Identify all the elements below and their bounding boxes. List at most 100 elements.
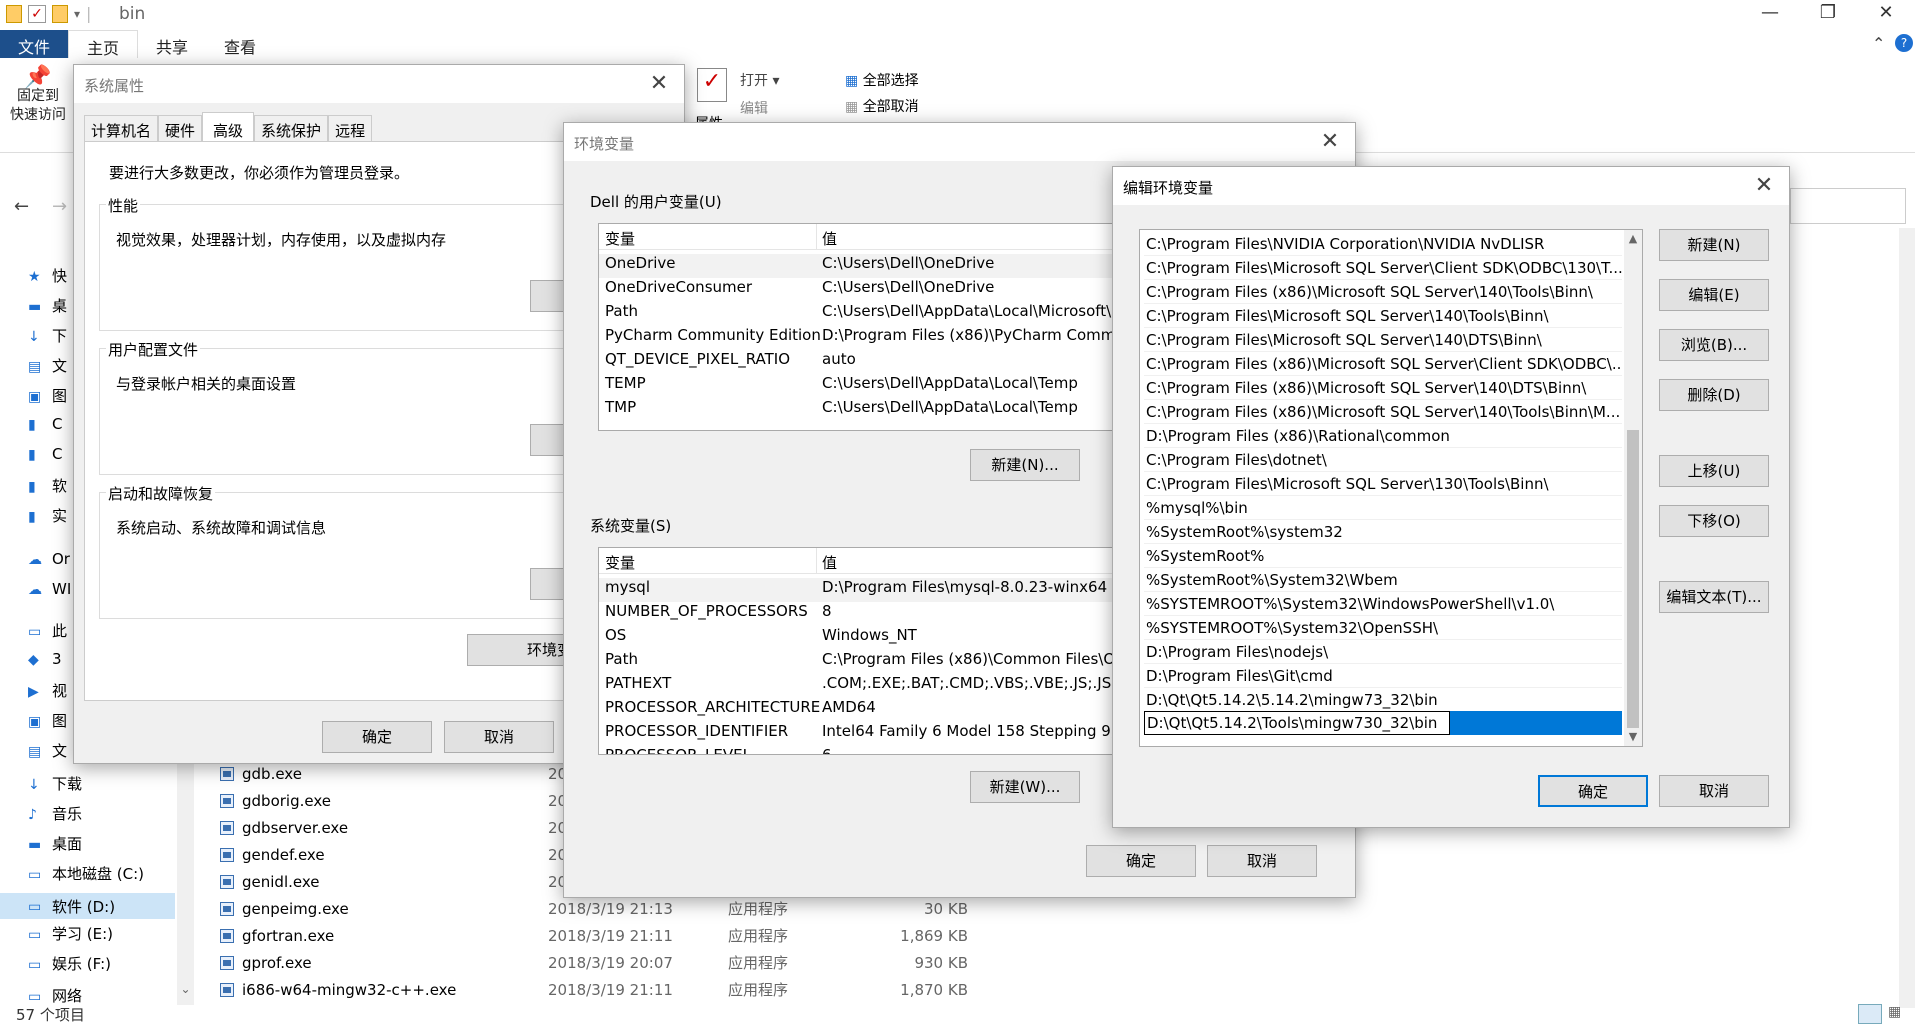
scroll-up-icon[interactable]: ▲ — [1624, 232, 1642, 245]
list-item[interactable]: D:\Program Files\nodejs\ — [1146, 640, 1622, 664]
col-variable[interactable]: 变量 — [605, 228, 635, 249]
list-item[interactable]: C:\Program Files (x86)\Microsoft SQL Ser… — [1146, 352, 1622, 376]
nav-item[interactable]: ▤ 文 — [28, 740, 67, 761]
nav-item[interactable]: ▭ 此 — [28, 620, 67, 641]
nav-item[interactable]: ▭ 软件 (D:) — [0, 893, 175, 919]
nav-item[interactable]: ▮ 实 — [28, 505, 67, 526]
ok-button[interactable]: 确定 — [1538, 775, 1648, 807]
list-item[interactable]: C:\Program Files\Microsoft SQL Server\13… — [1146, 472, 1622, 496]
new-button[interactable]: 新建(N) — [1659, 229, 1769, 261]
nav-item[interactable]: ▭ 网络 — [28, 985, 82, 1006]
list-item[interactable]: D:\Program Files\Git\cmd — [1146, 664, 1622, 688]
tab-view[interactable]: 查看 — [206, 30, 274, 58]
scroll-down-icon[interactable]: ▼ — [1624, 730, 1642, 743]
nav-item[interactable]: ☁ WI — [28, 580, 71, 598]
select-none-button[interactable]: ▦ 全部取消 — [845, 96, 919, 116]
list-item[interactable]: C:\Program Files\Microsoft SQL Server\Cl… — [1146, 256, 1622, 280]
select-all-button[interactable]: ▦ 全部选择 — [845, 70, 919, 90]
path-edit-input[interactable]: D:\Qt\Qt5.14.2\Tools\mingw730_32\bin — [1144, 711, 1450, 735]
details-view-icon[interactable] — [1858, 1004, 1882, 1024]
list-item[interactable]: %SystemRoot% — [1146, 544, 1622, 568]
file-row[interactable]: gfortran.exe 2018/3/19 21:11 应用程序 1,869 KB — [220, 922, 968, 949]
move-up-button[interactable]: 上移(U) — [1659, 455, 1769, 487]
browse-button[interactable]: 浏览(B)... — [1659, 329, 1769, 361]
list-item[interactable]: C:\Program Files\dotnet\ — [1146, 448, 1622, 472]
open-button[interactable]: 打开 ▾ — [740, 70, 779, 90]
list-item[interactable]: D:\Program Files (x86)\Rational\common — [1146, 424, 1622, 448]
list-item[interactable]: %SystemRoot%\System32\Wbem — [1146, 568, 1622, 592]
list-item[interactable]: C:\Program Files\Microsoft SQL Server\14… — [1146, 328, 1622, 352]
close-icon[interactable]: ✕ — [1866, 2, 1906, 28]
list-item[interactable]: C:\Program Files (x86)\Microsoft SQL Ser… — [1146, 376, 1622, 400]
minimize-icon[interactable]: — — [1750, 2, 1790, 28]
nav-item[interactable]: ▬ 桌 — [28, 295, 67, 316]
pin-to-quick-access-button[interactable]: 📌 固定到 快速访问 — [8, 67, 68, 125]
cancel-button[interactable]: 取消 — [444, 721, 554, 753]
nav-item[interactable]: ▤ 文 — [28, 355, 67, 376]
col-variable[interactable]: 变量 — [605, 552, 635, 573]
close-icon[interactable]: ✕ — [644, 71, 674, 96]
forward-arrow-icon[interactable]: → — [52, 196, 67, 217]
nav-item[interactable]: ◆ 3 — [28, 650, 62, 668]
file-row[interactable]: genpeimg.exe 2018/3/19 21:13 应用程序 30 KB — [220, 895, 968, 922]
back-arrow-icon[interactable]: ← — [14, 196, 29, 217]
nav-item[interactable]: ↓ 下 — [28, 325, 67, 346]
selected-list-item[interactable]: D:\Qt\Qt5.14.2\Tools\mingw730_32\bin — [1144, 711, 1622, 735]
nav-item[interactable]: ▣ 图 — [28, 385, 67, 406]
list-item[interactable]: %SYSTEMROOT%\System32\OpenSSH\ — [1146, 616, 1622, 640]
nav-item[interactable]: ▭ 学习 (E:) — [28, 923, 113, 944]
col-value[interactable]: 值 — [822, 552, 837, 573]
scroll-thumb[interactable] — [1627, 430, 1639, 728]
system-new-button[interactable]: 新建(W)... — [970, 771, 1080, 803]
edit-button[interactable]: 编辑 — [740, 98, 768, 118]
path-list[interactable]: C:\Program Files\NVIDIA Corporation\NVID… — [1139, 229, 1643, 747]
properties-check-icon[interactable]: ✓ — [28, 4, 46, 23]
dropdown-arrow-icon[interactable]: ▾ — [74, 7, 80, 21]
list-item[interactable]: C:\Program Files (x86)\Microsoft SQL Ser… — [1146, 280, 1622, 304]
nav-item[interactable]: ▭ 本地磁盘 (C:) — [28, 863, 144, 884]
nav-item[interactable]: ↓ 下载 — [28, 773, 82, 794]
col-value[interactable]: 值 — [822, 228, 837, 249]
list-item[interactable]: C:\Program Files (x86)\Microsoft SQL Ser… — [1146, 400, 1622, 424]
list-item[interactable]: C:\Program Files\Microsoft SQL Server\14… — [1146, 304, 1622, 328]
move-down-button[interactable]: 下移(O) — [1659, 505, 1769, 537]
list-item[interactable]: C:\Program Files\NVIDIA Corporation\NVID… — [1146, 232, 1622, 256]
maximize-icon[interactable]: ❐ — [1808, 2, 1848, 28]
user-new-button[interactable]: 新建(N)... — [970, 449, 1080, 481]
tab-home[interactable]: 主页 — [68, 30, 139, 58]
ok-button[interactable]: 确定 — [1086, 845, 1196, 877]
nav-item[interactable]: ▶ 视 — [28, 680, 67, 701]
tab-share[interactable]: 共享 — [138, 30, 206, 58]
nav-item[interactable]: ▣ 图 — [28, 710, 67, 731]
list-scrollbar[interactable]: ▲ ▼ — [1624, 230, 1642, 746]
properties-icon[interactable]: ✓ — [697, 68, 727, 102]
tiles-view-icon[interactable]: ▦ — [1888, 1004, 1908, 1024]
new-folder-icon[interactable] — [52, 4, 68, 23]
delete-button[interactable]: 删除(D) — [1659, 379, 1769, 411]
nav-item[interactable]: ▬ 桌面 — [28, 833, 82, 854]
nav-item[interactable]: ♪ 音乐 — [28, 803, 82, 824]
nav-item[interactable]: ★ 快 — [28, 265, 67, 286]
nav-item[interactable]: ▮ 软 — [28, 475, 67, 496]
list-item[interactable]: %mysql%\bin — [1146, 496, 1622, 520]
file-row[interactable]: i686-w64-mingw32-c++.exe 2018/3/19 21:11 应… — [220, 976, 968, 1003]
nav-item[interactable]: ▮ C — [28, 445, 62, 463]
nav-item[interactable]: ☁ Or — [28, 550, 70, 568]
close-icon[interactable]: ✕ — [1315, 129, 1345, 154]
nav-item[interactable]: ▭ 娱乐 (F:) — [28, 953, 111, 974]
edit-text-button[interactable]: 编辑文本(T)... — [1659, 581, 1769, 613]
edit-button[interactable]: 编辑(E) — [1659, 279, 1769, 311]
file-row[interactable]: gprof.exe 2018/3/19 20:07 应用程序 930 KB — [220, 949, 968, 976]
nav-item[interactable]: ▮ C — [28, 415, 62, 433]
ok-button[interactable]: 确定 — [322, 721, 432, 753]
cancel-button[interactable]: 取消 — [1207, 845, 1317, 877]
search-input[interactable] — [1790, 188, 1906, 224]
list-item[interactable]: %SYSTEMROOT%\System32\WindowsPowerShell\… — [1146, 592, 1622, 616]
cancel-button[interactable]: 取消 — [1659, 775, 1769, 807]
content-scrollbar[interactable] — [1899, 228, 1915, 1008]
collapse-ribbon-icon[interactable]: ⌃ — [1872, 34, 1885, 53]
close-icon[interactable]: ✕ — [1749, 173, 1779, 198]
list-item[interactable]: D:\Qt\Qt5.14.2\5.14.2\mingw73_32\bin — [1146, 688, 1622, 712]
list-item[interactable]: %SystemRoot%\system32 — [1146, 520, 1622, 544]
tab-file[interactable]: 文件 — [0, 30, 69, 58]
